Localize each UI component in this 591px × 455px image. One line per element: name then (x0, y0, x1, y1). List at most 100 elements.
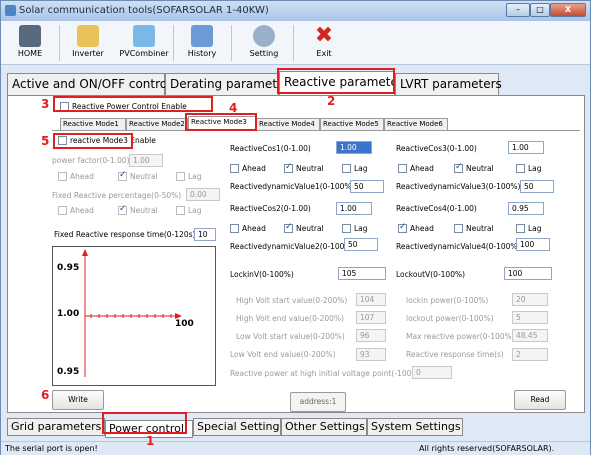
pf-label: power factor(0-1.00) (52, 156, 130, 165)
lockout-power-label: lockout power(0-100%) (406, 314, 494, 323)
maximize-button[interactable]: □ (530, 3, 550, 17)
address-field: address:1 (290, 392, 346, 412)
dv1-input[interactable]: 50 (350, 180, 384, 193)
pf-ahead-checkbox[interactable] (58, 172, 67, 181)
cos4-label: ReactiveCos4(0-1.00) (396, 204, 477, 213)
dv4-label: ReactivedynamicValue4(0-100%) (396, 242, 521, 251)
cos2-neutral-checkbox[interactable] (284, 222, 293, 233)
toolbar: HOME Inverter PVCombiner History Setting… (1, 21, 590, 65)
cos3-ahead-checkbox[interactable] (398, 164, 407, 173)
fp-neutral-checkbox[interactable] (118, 204, 127, 215)
tab-grid-parameters[interactable]: Grid parameters (7, 418, 105, 436)
annotation-box-power-control (102, 412, 187, 434)
close-button[interactable]: X (550, 3, 586, 17)
tab-system-settings[interactable]: System Settings (367, 418, 463, 436)
toolbar-divider (173, 25, 174, 61)
dv4-input[interactable]: 100 (516, 238, 550, 251)
minimize-button[interactable]: – (506, 3, 530, 17)
cos2-neutral-label: Neutral (296, 224, 324, 233)
cos4-neutral-checkbox[interactable] (454, 224, 463, 233)
response-time-label: Fixed Reactive response time(0-120s) (54, 230, 196, 239)
tab-active-onoff[interactable]: Active and ON/OFF control (7, 73, 170, 95)
annotation-box-reactive-tab (277, 68, 395, 94)
annotation-4: 4 (229, 101, 238, 115)
cos1-input[interactable]: 1.00 (336, 141, 372, 154)
tab-mode1[interactable]: Reactive Mode1 (60, 118, 126, 130)
cos3-label: ReactiveCos3(0-1.00) (396, 144, 477, 153)
toolbar-divider (231, 25, 232, 61)
cos4-input[interactable]: 0.95 (508, 202, 544, 215)
write-button[interactable]: Write (52, 390, 104, 410)
cos1-lag-label: Lag (354, 164, 368, 173)
hvs-input[interactable]: 104 (356, 293, 386, 306)
home-label: HOME (17, 49, 43, 58)
cos4-lag-checkbox[interactable] (516, 224, 525, 233)
history-button[interactable]: History (177, 23, 227, 63)
dv2-input[interactable]: 50 (344, 238, 378, 251)
exit-label: Exit (316, 49, 332, 58)
cos2-lag-checkbox[interactable] (342, 224, 351, 233)
tab-lvrt[interactable]: LVRT parameters (395, 73, 502, 95)
cos1-neutral-checkbox[interactable] (284, 162, 293, 173)
lockin-input[interactable]: 105 (338, 267, 386, 280)
lvs-label: Low Volt start value(0-200%) (236, 332, 345, 341)
hve-input[interactable]: 107 (356, 311, 386, 324)
lockout-input[interactable]: 100 (504, 267, 552, 280)
cos4-ahead-checkbox[interactable] (398, 222, 407, 233)
pvcombiner-button[interactable]: PVCombiner (119, 23, 169, 63)
lockout-power-input[interactable]: 5 (512, 311, 548, 324)
tab-mode2[interactable]: Reactive Mode2 (126, 118, 188, 130)
rphv-input[interactable]: 0 (412, 366, 452, 379)
cos1-lag-checkbox[interactable] (342, 164, 351, 173)
pf-lag-label: Lag (188, 172, 202, 181)
tab-special-setting[interactable]: Special Setting (193, 418, 281, 436)
cos3-lag-checkbox[interactable] (516, 164, 525, 173)
home-button[interactable]: HOME (5, 23, 55, 63)
graph-y-high: 0.95 (57, 263, 80, 273)
cos4-ahead-label: Ahead (410, 224, 434, 233)
tab-derating[interactable]: Derating parameters (165, 73, 296, 95)
response-time-s-input[interactable]: 2 (512, 348, 548, 361)
read-button[interactable]: Read (514, 390, 566, 410)
cos1-neutral-label: Neutral (296, 164, 324, 173)
status-bar: The serial port is open! All rights rese… (1, 441, 590, 455)
max-reactive-input[interactable]: 48.45 (512, 329, 548, 342)
inverter-button[interactable]: Inverter (63, 23, 113, 63)
fp-ahead-checkbox[interactable] (58, 206, 67, 215)
tab-other-settings[interactable]: Other Settings (281, 418, 367, 436)
exit-button[interactable]: ✖ Exit (299, 23, 349, 63)
annotation-box-enable (53, 96, 213, 112)
history-label: History (187, 49, 217, 58)
status-left: The serial port is open! (5, 444, 98, 453)
cos1-ahead-checkbox[interactable] (230, 164, 239, 173)
tab-mode5[interactable]: Reactive Mode5 (320, 118, 384, 130)
fp-ahead-label: Ahead (70, 206, 94, 215)
pf-input[interactable]: 1.00 (129, 154, 163, 167)
response-time-input[interactable]: 10 (194, 228, 216, 241)
cos3-neutral-checkbox[interactable] (454, 162, 463, 173)
graph-y-mid: 1.00 (57, 309, 80, 319)
fixed-pct-input[interactable]: 0.00 (186, 188, 220, 201)
pf-neutral-label: Neutral (130, 172, 158, 181)
inverter-icon (77, 25, 99, 47)
graph-y-low: 0.95 (57, 367, 80, 377)
lve-input[interactable]: 93 (356, 348, 386, 361)
cos3-input[interactable]: 1.00 (508, 141, 544, 154)
pf-neutral-checkbox[interactable] (118, 170, 127, 181)
toolbar-divider (59, 25, 60, 61)
cos2-ahead-checkbox[interactable] (230, 224, 239, 233)
lvs-input[interactable]: 96 (356, 329, 386, 342)
cos4-neutral-label: Neutral (466, 224, 494, 233)
annotation-1: 1 (146, 434, 155, 448)
annotation-box-mode3-enable (53, 133, 133, 149)
tab-mode4[interactable]: Reactive Mode4 (256, 118, 320, 130)
title-bar: Solar communication tools(SOFARSOLAR 1-4… (1, 1, 590, 21)
lockin-power-input[interactable]: 20 (512, 293, 548, 306)
pf-lag-checkbox[interactable] (176, 172, 185, 181)
setting-button[interactable]: Setting (239, 23, 289, 63)
dv3-input[interactable]: 50 (520, 180, 554, 193)
fp-lag-checkbox[interactable] (176, 206, 185, 215)
response-time-s-label: Reactive response time(s) (406, 350, 504, 359)
cos2-input[interactable]: 1.00 (336, 202, 372, 215)
tab-mode6[interactable]: Reactive Mode6 (384, 118, 448, 130)
